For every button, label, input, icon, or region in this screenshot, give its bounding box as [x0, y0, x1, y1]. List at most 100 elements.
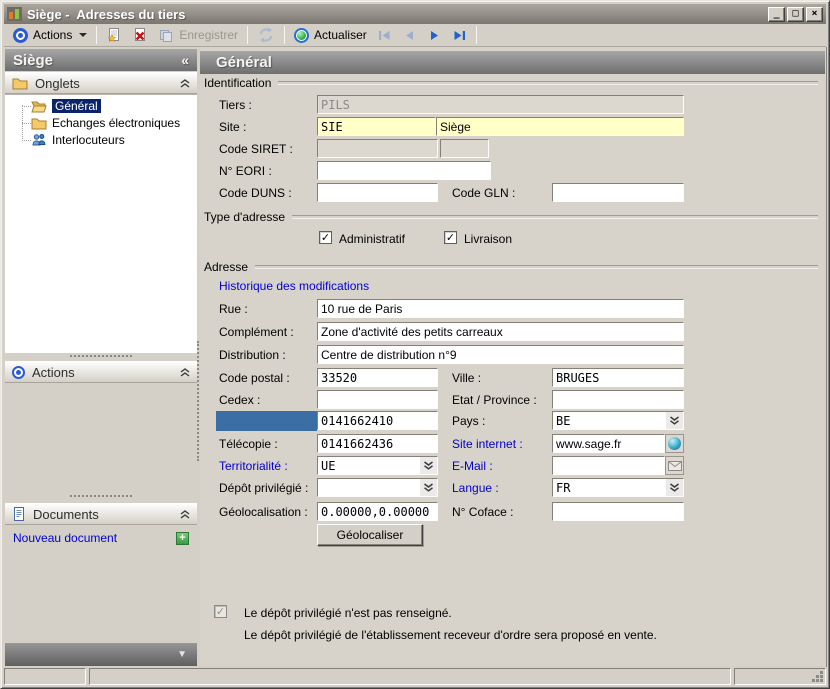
- minimize-button[interactable]: _: [768, 6, 785, 22]
- rue-input[interactable]: [317, 299, 684, 318]
- chevron-down-icon[interactable]: [420, 479, 437, 496]
- folder-icon: [31, 118, 47, 130]
- new-document-button[interactable]: [101, 25, 127, 45]
- pays-label: Pays :: [452, 414, 486, 428]
- toolbar-separator: [96, 26, 98, 44]
- code-postal-label: Code postal :: [219, 371, 290, 385]
- section-documents-label: Documents: [33, 506, 99, 522]
- first-record-icon: [378, 30, 390, 40]
- chevron-up-icon[interactable]: [180, 509, 190, 519]
- site-internet-label[interactable]: Site internet :: [452, 437, 523, 451]
- sync-button[interactable]: [252, 25, 280, 45]
- complement-input[interactable]: [317, 322, 684, 341]
- actions-menu-button[interactable]: Actions: [8, 25, 92, 45]
- sidebar-header: Siège «: [5, 49, 197, 71]
- email-input[interactable]: [552, 456, 665, 475]
- chevron-down-icon[interactable]: [666, 479, 683, 496]
- open-website-button[interactable]: [665, 434, 684, 453]
- section-onglets[interactable]: Onglets: [5, 72, 197, 94]
- panel-splitter[interactable]: [197, 341, 199, 461]
- status-bar: [4, 666, 826, 685]
- site-name-input[interactable]: [436, 117, 684, 136]
- refresh-button[interactable]: Actualiser: [289, 25, 372, 45]
- territorialite-label[interactable]: Territorialité :: [219, 459, 288, 473]
- code-postal-input[interactable]: [317, 368, 438, 387]
- duns-label: Code DUNS :: [219, 186, 292, 200]
- site-internet-input[interactable]: [552, 434, 665, 453]
- chevron-down-icon[interactable]: [420, 457, 437, 474]
- section-documents[interactable]: Documents: [5, 503, 197, 525]
- tree-connector: [22, 106, 31, 107]
- window-title: Siège - Adresses du tiers: [27, 6, 186, 22]
- splitter-handle[interactable]: [70, 355, 132, 357]
- sidebar-title: Siège: [13, 51, 54, 69]
- eori-input[interactable]: [317, 161, 491, 180]
- territorialite-combo[interactable]: UE: [317, 456, 438, 475]
- group-identification: Identification: [204, 76, 818, 90]
- etat-province-input[interactable]: [552, 390, 684, 409]
- gln-input[interactable]: [552, 183, 684, 202]
- telephone-label-selected[interactable]: [216, 411, 317, 431]
- duns-input[interactable]: [317, 183, 438, 202]
- envelope-icon: [667, 460, 682, 471]
- chevron-down-icon[interactable]: [666, 412, 683, 429]
- tree-item-echanges[interactable]: Echanges électroniques: [31, 115, 180, 131]
- maximize-button[interactable]: □: [787, 6, 804, 22]
- collapse-sidebar-icon[interactable]: «: [181, 52, 189, 68]
- telecopie-input[interactable]: [317, 434, 438, 453]
- previous-record-button[interactable]: [397, 25, 422, 45]
- add-document-icon[interactable]: +: [176, 531, 189, 545]
- historique-modifications-link[interactable]: Historique des modifications: [219, 279, 369, 293]
- coface-input[interactable]: [552, 502, 684, 521]
- chevron-down-icon: ▼: [177, 649, 187, 660]
- depot-note-line2: Le dépôt privilégié de l'établissement r…: [244, 628, 657, 642]
- distribution-input[interactable]: [317, 345, 684, 364]
- close-button[interactable]: ×: [806, 6, 823, 22]
- pays-combo[interactable]: BE: [552, 411, 684, 430]
- tree-connector: [22, 123, 31, 124]
- langue-combo[interactable]: FR: [552, 478, 684, 497]
- save-button[interactable]: Enregistrer: [153, 25, 243, 45]
- chevron-up-icon[interactable]: [180, 367, 190, 377]
- email-label[interactable]: E-Mail :: [452, 459, 493, 473]
- complement-label: Complément :: [219, 325, 294, 339]
- nouveau-document-link[interactable]: Nouveau document: [13, 531, 176, 545]
- sidebar-overflow-bar[interactable]: ▼: [5, 643, 197, 666]
- main-panel: Général Identification Tiers : Site : Co…: [200, 47, 827, 667]
- distribution-label: Distribution :: [219, 348, 286, 362]
- ville-input[interactable]: [552, 368, 684, 387]
- tree-item-label: Interlocuteurs: [52, 133, 125, 147]
- delete-button[interactable]: [127, 25, 153, 45]
- depot-privilegie-label: Dépôt privilégié :: [219, 481, 309, 495]
- geolocalisation-input[interactable]: [317, 502, 438, 521]
- administratif-label: Administratif: [339, 232, 406, 246]
- geolocaliser-button[interactable]: Géolocaliser: [317, 524, 423, 546]
- siret-label: Code SIRET :: [219, 142, 293, 156]
- depot-privilegie-combo[interactable]: [317, 478, 438, 497]
- toolbar-separator: [284, 26, 286, 44]
- site-code-input[interactable]: [317, 117, 436, 136]
- first-record-button[interactable]: [372, 25, 397, 45]
- section-actions[interactable]: Actions: [5, 361, 197, 383]
- site-label: Site :: [219, 120, 247, 134]
- resize-grip[interactable]: [820, 679, 823, 682]
- administratif-checkbox[interactable]: ✓: [319, 231, 332, 244]
- sidebar: Siège « Onglets Général Echanges électro…: [5, 47, 197, 667]
- next-record-button[interactable]: [422, 25, 447, 45]
- siret-input-1: [317, 139, 438, 158]
- toolbar: Actions Enregistrer Actualiser: [4, 24, 826, 47]
- eori-label: N° EORI :: [219, 164, 272, 178]
- cedex-input[interactable]: [317, 390, 438, 409]
- geolocalisation-label: Géolocalisation :: [219, 505, 308, 519]
- splitter-handle[interactable]: [70, 495, 132, 497]
- depot-note-line1: Le dépôt privilégié n'est pas renseigné.: [244, 606, 452, 620]
- livraison-checkbox[interactable]: ✓: [444, 231, 457, 244]
- langue-label[interactable]: Langue :: [452, 481, 499, 495]
- telephone-input[interactable]: [317, 411, 438, 430]
- send-email-button[interactable]: [665, 456, 684, 475]
- tree-connector: [22, 140, 31, 141]
- tree-item-interlocuteurs[interactable]: Interlocuteurs: [31, 132, 125, 148]
- chevron-up-icon[interactable]: [180, 78, 190, 88]
- tree-item-general[interactable]: Général: [31, 98, 101, 114]
- last-record-button[interactable]: [447, 25, 472, 45]
